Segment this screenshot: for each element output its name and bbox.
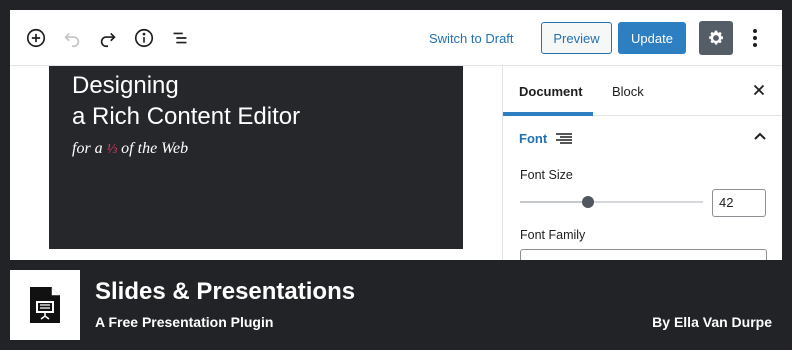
chevron-up-icon[interactable] [751,128,769,146]
font-size-input[interactable]: 42 [712,189,766,217]
text-format-icon [556,132,573,144]
plus-circle-icon[interactable] [24,26,48,50]
redo-icon[interactable] [96,26,120,50]
tab-document[interactable]: Document [519,84,583,99]
gear-icon [709,30,723,45]
slide-subtitle-before: for a [72,140,103,157]
font-panel-toggle[interactable]: Font [519,131,573,146]
close-icon[interactable] [751,82,767,98]
font-size-slider[interactable] [520,196,703,208]
more-vertical-icon [753,29,757,47]
presentation-file-icon [30,287,60,323]
editor-toolbar: Switch to Draft Preview Update [10,10,782,66]
editor-screenshot: Switch to Draft Preview Update Designing… [10,10,782,260]
editor-canvas: Designing a Rich Content Editor for a ⅓ … [10,66,502,260]
settings-sidebar: Document Block Font Font Size 42 Font Fa… [502,66,782,260]
slide-subtitle: for a ⅓ of the Web [72,140,188,158]
active-tab-indicator [503,112,593,116]
font-family-select[interactable] [520,249,767,260]
plugin-author: By Ella Van Durpe [652,314,772,330]
plugin-title: Slides & Presentations [95,278,356,305]
info-icon[interactable] [132,26,156,50]
slide-title-line-1: Designing [72,72,179,99]
settings-button[interactable] [699,21,733,55]
font-size-slider-fill [520,201,588,203]
slide-title-line-2: a Rich Content Editor [72,103,301,130]
font-family-label: Font Family [520,228,586,242]
more-options-button[interactable] [745,26,765,50]
slide-title: Designing a Rich Content Editor [72,70,300,132]
slide-subtitle-after: of the Web [121,140,189,157]
font-panel-title: Font [519,131,548,146]
tab-block[interactable]: Block [612,84,644,99]
list-view-icon[interactable] [168,26,192,50]
slide-preview[interactable]: Designing a Rich Content Editor for a ⅓ … [49,66,463,249]
preview-button[interactable]: Preview [541,22,612,54]
undo-icon[interactable] [60,26,84,50]
sidebar-tabs: Document Block [503,66,782,116]
font-size-slider-thumb[interactable] [581,196,594,208]
plugin-logo [10,270,80,340]
switch-to-draft-button[interactable]: Switch to Draft [429,31,514,46]
font-size-label: Font Size [520,168,573,182]
plugin-subtitle: A Free Presentation Plugin [95,314,274,330]
update-button[interactable]: Update [618,22,686,54]
slide-subtitle-fraction: ⅓ [106,142,118,157]
